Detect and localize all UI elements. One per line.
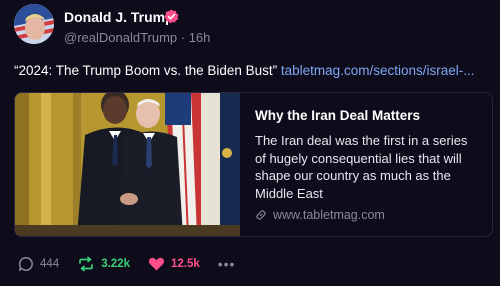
like-count: 12.5k	[170, 258, 200, 270]
repost-icon	[79, 256, 94, 272]
verified-icon	[164, 9, 179, 24]
link-icon	[256, 210, 266, 220]
heart-icon	[148, 257, 165, 271]
repost-button[interactable]: 3.22k	[77, 256, 130, 272]
post-link[interactable]: tabletmag.com/sections/israel-...	[281, 63, 475, 78]
card-domain-text: www.tabletmag.com	[273, 208, 385, 222]
more-options-button[interactable]: •••	[218, 256, 236, 272]
repost-count: 3.22k	[101, 258, 130, 270]
like-button[interactable]: 12.5k	[148, 256, 200, 272]
card-title: Why the Iran Deal Matters	[255, 108, 421, 123]
post: Donald J. Trump @realDonaldTrump · 16h “…	[0, 0, 500, 286]
avatar[interactable]	[14, 4, 54, 44]
reply-icon	[18, 257, 33, 271]
reply-button[interactable]: 444	[18, 256, 59, 272]
reply-count: 444	[40, 258, 60, 270]
more-icon: •••	[217, 256, 236, 272]
card-description: The Iran deal was the first in a series …	[255, 133, 468, 201]
card-image	[15, 93, 240, 236]
card-domain: www.tabletmag.com	[255, 208, 385, 222]
avatar-image	[14, 4, 54, 44]
action-bar: 444 3.22k 12.5k •••	[18, 254, 253, 274]
link-preview-card[interactable]: Why the Iran Deal Matters The Iran deal …	[14, 92, 493, 237]
post-text: “2024: The Trump Boom vs. the Biden Bust…	[14, 63, 494, 78]
author-name[interactable]: Donald J. Trump	[64, 9, 174, 25]
handle-timestamp: @realDonaldTrump · 16h	[64, 30, 211, 45]
post-text-body: “2024: The Trump Boom vs. the Biden Bust…	[14, 63, 278, 78]
